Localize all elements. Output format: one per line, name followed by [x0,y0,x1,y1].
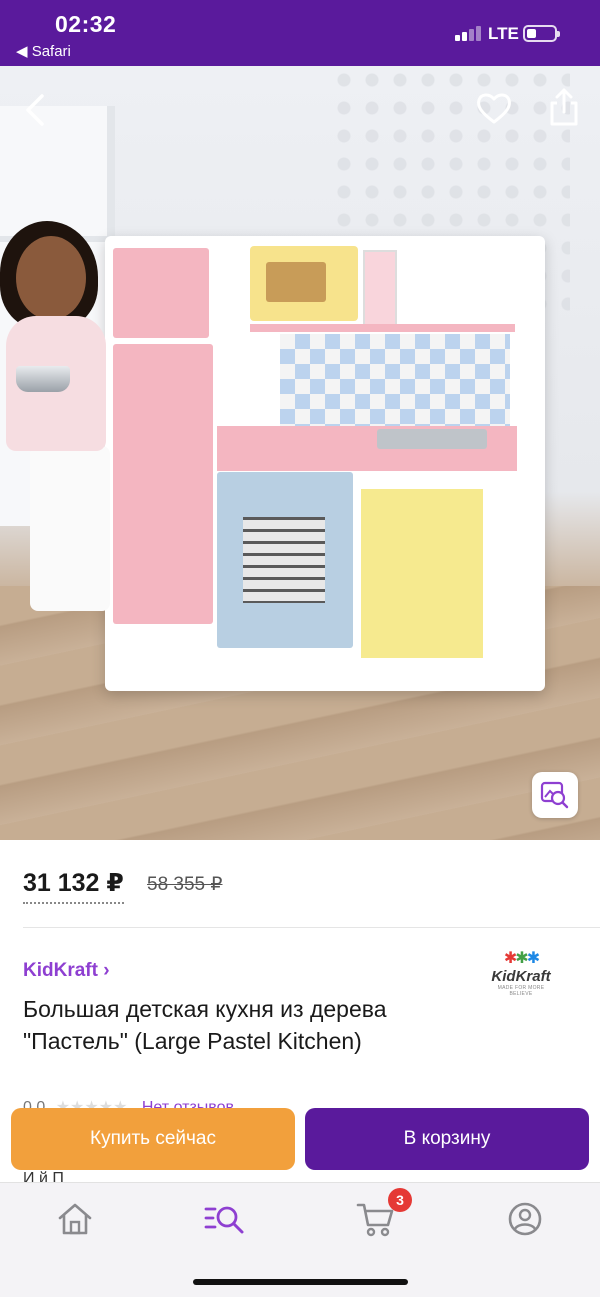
add-to-cart-button[interactable]: В корзину [305,1108,589,1170]
girl-legs [30,446,110,611]
tab-home[interactable] [53,1197,97,1241]
catalog-search-icon [204,1206,244,1234]
product-image[interactable] [0,66,600,840]
image-search-icon [540,781,569,809]
kitchen-sink [377,429,487,449]
kitchen-shelf [250,324,515,332]
signal-icon [455,25,483,41]
tab-catalog[interactable] [203,1197,247,1241]
toy-kitchen [105,236,545,691]
favorite-button[interactable] [474,88,514,128]
chevron-left-icon [26,94,44,126]
home-icon [58,1203,92,1235]
profile-icon [508,1202,542,1236]
status-bar: 02:32 ◀ Safari LTE [0,0,600,66]
brand-logo-wordmark: KidKraft [491,968,551,985]
kitchen-fridge-bottom [113,344,213,624]
tab-profile[interactable] [503,1197,547,1241]
brand-logo-tagline: MADE FOR MORE BELIEVE [497,985,545,997]
back-to-safari-link[interactable]: ◀ Safari [16,42,71,60]
product-title: Большая детская кухня из дерева "Пастель… [23,996,387,1054]
kitchen-fridge-top [113,248,209,338]
brand-link[interactable]: KidKraft › [23,960,110,982]
kitchen-microwave [250,246,358,321]
battery-level [527,29,536,38]
toy-pot [16,366,70,392]
kitchen-dishwasher [358,486,486,661]
cart-count-badge: 3 [388,1188,412,1212]
brand-logo-stars: ✱✱✱ [503,950,540,967]
back-button[interactable] [18,90,54,130]
share-icon [550,88,578,126]
share-button[interactable] [546,86,582,128]
price-old: 58 355 ₽ [147,874,223,895]
bottom-tab-bar: 3 [0,1182,600,1297]
status-time: 02:32 [55,11,117,37]
home-indicator [193,1279,408,1285]
network-type: LTE [488,24,519,43]
image-search-button[interactable] [532,772,578,818]
heart-icon [477,93,511,124]
kitchen-tiles [280,334,510,426]
divider [23,927,600,928]
price-current[interactable]: 31 132 ₽ [23,868,124,904]
kitchen-oven [217,472,353,648]
kitchen-keypad [363,250,397,326]
brand-logo[interactable]: ✱✱✱ KidKraft MADE FOR MORE BELIEVE [486,950,556,1000]
girl-head [16,236,86,320]
buy-now-button[interactable]: Купить сейчас [11,1108,295,1170]
battery-icon [523,25,560,42]
